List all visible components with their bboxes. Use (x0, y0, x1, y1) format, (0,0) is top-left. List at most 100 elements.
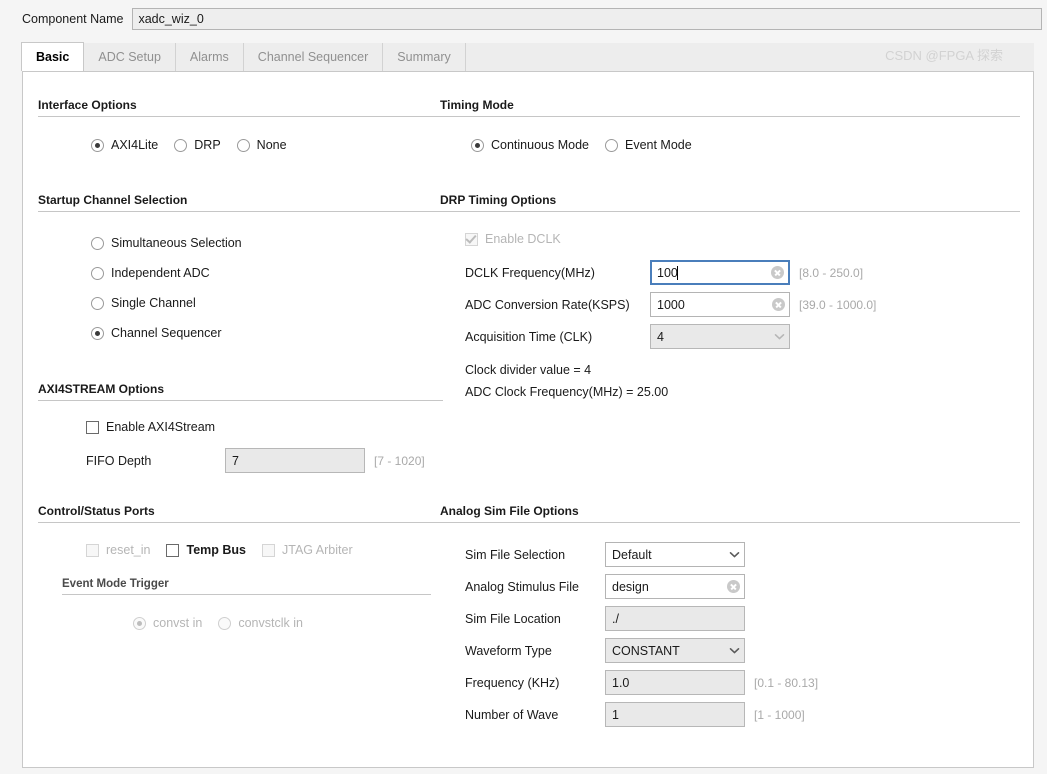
section-interface-options: Interface Options AXI4Lite DRP None (38, 98, 443, 152)
number-of-wave-row: Number of Wave 1 [1 - 1000] (465, 702, 1020, 727)
acquisition-time-label: Acquisition Time (CLK) (465, 329, 593, 344)
checkbox-enable-dclk-label: Enable DCLK (485, 232, 561, 246)
enable-dclk-row: Enable DCLK (465, 232, 1020, 246)
clear-icon[interactable] (771, 266, 784, 279)
radio-simultaneous-selection[interactable] (91, 236, 104, 250)
dclk-frequency-row: DCLK Frequency(MHz) 100 [8.0 - 250.0] (465, 260, 1020, 285)
sim-file-location-row: Sim File Location ./ (465, 606, 1020, 631)
fifo-depth-input[interactable]: 7 (225, 448, 365, 473)
acquisition-time-select[interactable]: 4 (650, 324, 790, 349)
section-rule (440, 211, 1020, 212)
tab-adc-setup[interactable]: ADC Setup (84, 43, 176, 71)
checkbox-enable-axi4stream[interactable] (86, 420, 99, 434)
clear-icon[interactable] (727, 580, 740, 593)
tab-alarms[interactable]: Alarms (175, 43, 244, 71)
watermark: CSDN @FPGA 探索 (885, 48, 1003, 63)
radio-convst-in-label: convst in (153, 616, 203, 630)
waveform-type-select[interactable]: CONSTANT (605, 638, 745, 663)
radio-continuous-mode[interactable] (471, 138, 484, 152)
tab-alarms-label: Alarms (189, 50, 229, 64)
interface-options-radio-group: AXI4Lite DRP None (91, 138, 443, 152)
analog-stimulus-file-value: design (612, 579, 649, 594)
radio-channel-sequencer-row[interactable]: Channel Sequencer (91, 318, 443, 348)
section-interface-options-title: Interface Options (38, 98, 137, 112)
frequency-input[interactable]: 1.0 (605, 670, 745, 695)
adc-conversion-rate-input[interactable]: 1000 (650, 292, 790, 317)
radio-drp[interactable] (174, 138, 188, 152)
radio-channel-sequencer[interactable] (91, 326, 104, 340)
fifo-depth-label: FIFO Depth (86, 453, 152, 468)
tab-channel-sequencer-label: Channel Sequencer (257, 50, 369, 64)
text-caret (676, 265, 678, 280)
radio-none[interactable] (236, 138, 250, 152)
waveform-type-value: CONSTANT (612, 643, 680, 658)
checkbox-jtag-arbiter-label: JTAG Arbiter (281, 543, 353, 557)
radio-independent-adc-row[interactable]: Independent ADC (91, 258, 443, 288)
sim-file-location-input[interactable]: ./ (605, 606, 745, 631)
section-drp-timing-options: DRP Timing Options Enable DCLK DCLK Freq… (440, 193, 1020, 399)
section-rule (440, 116, 1020, 117)
analog-stimulus-file-input[interactable]: design (605, 574, 745, 599)
component-name-label: Component Name (22, 12, 124, 26)
radio-event-mode[interactable] (604, 138, 618, 152)
chevron-down-icon (729, 549, 740, 560)
tab-summary-label: Summary (397, 50, 451, 64)
radio-single-channel[interactable] (91, 296, 104, 310)
number-of-wave-input[interactable]: 1 (605, 702, 745, 727)
radio-axi4lite-label: AXI4Lite (111, 138, 159, 152)
radio-continuous-mode-label: Continuous Mode (491, 138, 589, 152)
adc-conversion-rate-row: ADC Conversion Rate(KSPS) 1000 [39.0 - 1… (465, 292, 1020, 317)
section-startup-channel-selection-title: Startup Channel Selection (38, 193, 188, 207)
enable-axi4stream-row[interactable]: Enable AXI4Stream (86, 420, 443, 434)
checkbox-enable-dclk (465, 232, 478, 246)
tab-summary[interactable]: Summary (383, 43, 466, 71)
section-axi4stream-options-title: AXI4STREAM Options (38, 382, 165, 396)
component-name-input[interactable]: xadc_wiz_0 (132, 8, 1042, 30)
frequency-hint: [0.1 - 80.13] (754, 675, 819, 690)
adc-conversion-rate-hint: [39.0 - 1000.0] (799, 297, 877, 312)
section-rule (62, 594, 431, 595)
fifo-depth-row: FIFO Depth 7 [7 - 1020] (86, 448, 443, 473)
section-startup-channel-selection: Startup Channel Selection Simultaneous S… (38, 193, 443, 348)
control-status-checkbox-group: reset_in Temp Bus JTAG Arbiter (86, 543, 443, 557)
radio-drp-label: DRP (194, 138, 221, 152)
clear-icon[interactable] (772, 298, 785, 311)
radio-convstclk-in (218, 616, 232, 630)
frequency-value: 1.0 (612, 675, 630, 690)
dclk-frequency-input[interactable]: 100 (650, 260, 790, 285)
waveform-type-row: Waveform Type CONSTANT (465, 638, 1020, 663)
dclk-frequency-hint: [8.0 - 250.0] (799, 265, 864, 280)
adc-clock-frequency-note: ADC Clock Frequency(MHz) = 25.00 (465, 385, 669, 399)
dclk-frequency-value: 100 (657, 265, 678, 280)
tab-adc-setup-label: ADC Setup (98, 50, 161, 64)
radio-simultaneous-selection-label: Simultaneous Selection (111, 236, 242, 250)
tab-basic[interactable]: Basic (21, 42, 85, 71)
section-analog-sim-file-options: Analog Sim File Options Sim File Selecti… (440, 504, 1020, 727)
number-of-wave-hint: [1 - 1000] (754, 707, 805, 722)
checkbox-temp-bus[interactable] (166, 543, 180, 557)
checkbox-jtag-arbiter (261, 543, 275, 557)
radio-axi4lite[interactable] (91, 138, 104, 152)
section-drp-timing-options-title: DRP Timing Options (440, 193, 557, 207)
section-timing-mode-title: Timing Mode (440, 98, 514, 112)
chevron-down-icon (729, 645, 740, 656)
startup-channel-radio-group: Simultaneous Selection Independent ADC S… (91, 228, 443, 348)
section-rule (38, 116, 443, 117)
radio-single-channel-row[interactable]: Single Channel (91, 288, 443, 318)
sim-file-location-value: ./ (612, 611, 619, 626)
section-control-status-ports-title: Control/Status Ports (38, 504, 155, 518)
radio-simultaneous-selection-row[interactable]: Simultaneous Selection (91, 228, 443, 258)
frequency-row: Frequency (KHz) 1.0 [0.1 - 80.13] (465, 670, 1020, 695)
fifo-depth-hint: [7 - 1020] (374, 453, 425, 468)
sim-file-selection-label: Sim File Selection (465, 547, 566, 562)
radio-independent-adc[interactable] (91, 266, 104, 280)
acquisition-time-row: Acquisition Time (CLK) 4 (465, 324, 1020, 349)
sim-file-selection-select[interactable]: Default (605, 542, 745, 567)
dclk-frequency-label: DCLK Frequency(MHz) (465, 265, 595, 280)
tab-channel-sequencer[interactable]: Channel Sequencer (243, 43, 384, 71)
section-rule (38, 400, 443, 401)
number-of-wave-value: 1 (612, 707, 619, 722)
radio-independent-adc-label: Independent ADC (111, 266, 210, 280)
radio-convstclk-in-label: convstclk in (238, 616, 303, 630)
event-mode-trigger-radio-group: convst in convstclk in (133, 616, 431, 630)
